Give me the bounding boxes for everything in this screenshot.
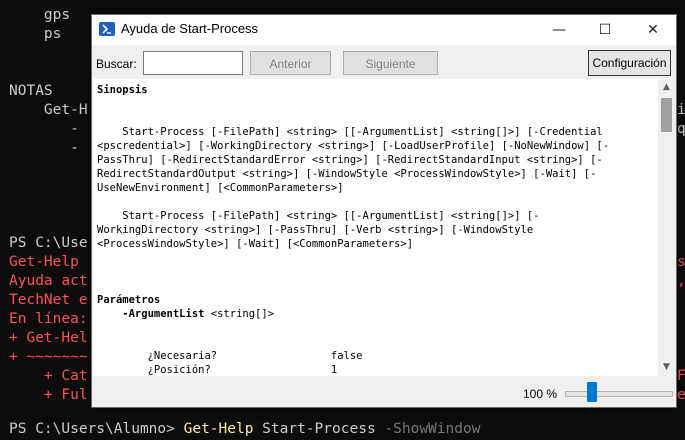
help-line xyxy=(97,111,657,125)
console-line-fragment: s xyxy=(677,254,685,270)
help-line xyxy=(97,335,657,349)
console-line: Get-Help xyxy=(9,254,79,270)
zoom-slider-track[interactable] xyxy=(565,391,673,397)
console-line-fragment: e xyxy=(677,387,685,403)
vertical-scrollbar[interactable]: ▲ ▼ xyxy=(658,79,675,376)
help-line xyxy=(97,195,657,209)
console-line: En línea: xyxy=(9,311,88,327)
console-line-fragment: q xyxy=(677,121,685,137)
console-line: Ayuda act xyxy=(9,273,88,289)
console-line: TechNet e xyxy=(9,292,88,308)
console-line: + Ful xyxy=(9,387,88,403)
powershell-icon xyxy=(99,22,115,36)
help-text: Sinopsis Start-Process [-FilePath] <stri… xyxy=(97,83,657,376)
help-line: ¿Necesaria? false xyxy=(97,350,363,362)
help-line: ¿Posición? 1 xyxy=(97,364,338,376)
help-line: WorkingDirectory <string>] [-PassThru] [… xyxy=(97,224,534,236)
help-content[interactable]: Sinopsis Start-Process [-FilePath] <stri… xyxy=(93,79,675,376)
scroll-thumb[interactable] xyxy=(661,98,672,132)
search-label: Buscar: xyxy=(96,57,137,71)
help-window: Ayuda de Start-Process — ☐ ✕ Buscar: Ant… xyxy=(91,14,677,408)
help-line: RedirectStandardOutput <string>] [-Windo… xyxy=(97,168,597,180)
settings-button[interactable]: Configuración xyxy=(588,50,671,76)
prompt: PS C:\Users\Alumno> xyxy=(9,421,184,437)
scroll-up-icon[interactable]: ▲ xyxy=(658,79,675,96)
title-bar[interactable]: Ayuda de Start-Process — ☐ ✕ xyxy=(92,15,676,45)
console-line-fragment: F xyxy=(677,368,685,384)
help-heading: Parámetros xyxy=(97,294,161,306)
help-line: UseNewEnvironment] [<CommonParameters>] xyxy=(97,182,344,194)
console-line: ps xyxy=(9,26,62,42)
command-args: Start-Process xyxy=(253,421,385,437)
close-icon: ✕ xyxy=(647,22,659,38)
previous-button[interactable]: Anterior xyxy=(250,51,331,75)
console-line-fragment: , xyxy=(677,273,685,289)
console-line: + ~~~~~~~ xyxy=(9,349,88,365)
help-line xyxy=(97,97,657,111)
command-line: PS C:\Users\Alumno> Get-Help Start-Proce… xyxy=(9,420,480,439)
help-line: PassThru] [-RedirectStandardError <strin… xyxy=(97,154,603,166)
console-line: + Cat xyxy=(9,368,88,384)
window-title: Ayuda de Start-Process xyxy=(121,21,259,36)
minimize-button[interactable]: — xyxy=(536,15,582,45)
help-line: Start-Process [-FilePath] <string> [[-Ar… xyxy=(97,126,603,138)
search-input[interactable] xyxy=(143,51,243,75)
minimize-icon: — xyxy=(552,22,566,38)
console-line: Get-H xyxy=(9,102,88,118)
help-line xyxy=(97,321,657,335)
maximize-button[interactable]: ☐ xyxy=(582,15,628,45)
help-heading: Sinopsis xyxy=(97,84,148,96)
help-line xyxy=(97,265,657,279)
maximize-icon: ☐ xyxy=(598,22,612,38)
help-line xyxy=(97,251,657,265)
console-line: - xyxy=(9,121,79,137)
console-line: NOTAS xyxy=(9,83,53,99)
command-name: Get-Help xyxy=(183,421,254,437)
help-line: Start-Process [-FilePath] <string> [[-Ar… xyxy=(97,210,540,222)
console-line: PS C:\Use xyxy=(9,235,88,251)
close-button[interactable]: ✕ xyxy=(630,15,676,45)
zoom-level: 100 % xyxy=(523,387,558,401)
next-button[interactable]: Siguiente xyxy=(343,51,438,75)
console-line: + Get-Hel xyxy=(9,330,88,346)
command-flag: -ShowWindow xyxy=(384,421,481,437)
scroll-down-icon[interactable]: ▼ xyxy=(658,359,675,376)
zoom-slider-thumb[interactable] xyxy=(587,382,597,402)
help-heading: -ArgumentList <string[]> xyxy=(97,308,275,320)
console-line: - xyxy=(9,140,79,156)
help-line: <ProcessWindowStyle>] [-Wait] [<CommonPa… xyxy=(97,238,414,250)
console-line: gps xyxy=(9,7,71,23)
help-line xyxy=(97,279,657,293)
console-line-fragment: i xyxy=(677,102,685,118)
help-line: <pscredential>] [-WorkingDirectory <stri… xyxy=(97,140,610,152)
